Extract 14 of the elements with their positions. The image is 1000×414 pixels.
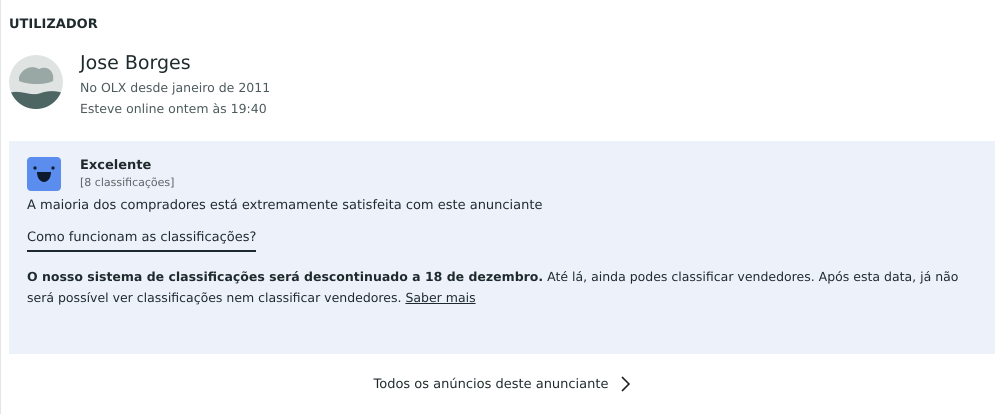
member-since: No OLX desde janeiro de 2011	[80, 80, 270, 95]
learn-more-link[interactable]: Saber mais	[405, 290, 476, 305]
section-title: UTILIZADOR	[9, 17, 99, 32]
chevron-right-icon	[620, 376, 630, 392]
user-name: Jose Borges	[80, 52, 192, 74]
help-link[interactable]: Como funcionam as classificações?	[27, 230, 256, 252]
notice-text: O nosso sistema de classificações será descontinuado a 18 de dezembro. Até lá, ainda podes classificar vendedores. Após esta data, já não será possível ver classificações nem classificar vendedores. Saber mais	[27, 268, 960, 307]
rating-count: [8 classificações]	[80, 176, 174, 189]
avatar-icon	[9, 55, 63, 109]
all-ads-link[interactable]: Todos os anúncios deste anunciante	[374, 376, 630, 392]
last-online: Esteve online ontem às 19:40	[80, 101, 268, 116]
rating-label: Excelente	[80, 158, 152, 173]
rating-summary: A maioria dos compradores está extremamente satisfeita com este anunciante	[27, 198, 544, 213]
smiley-icon	[27, 157, 61, 191]
